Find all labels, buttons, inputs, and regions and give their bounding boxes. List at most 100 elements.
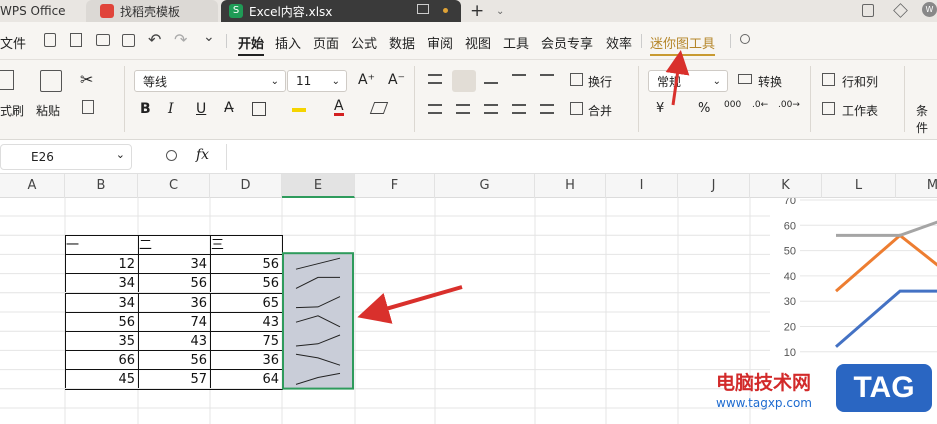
chevron-down-icon[interactable]: ⌄	[496, 0, 504, 22]
merge-icon[interactable]	[570, 102, 583, 115]
menu-page[interactable]: 页面	[313, 33, 339, 52]
align-left-icon[interactable]	[428, 104, 442, 114]
menu-efficiency[interactable]: 效率	[606, 33, 632, 52]
align-bottom-icon[interactable]	[484, 74, 498, 84]
tab-wps-office[interactable]: WPS Office	[0, 0, 84, 22]
column-header-J[interactable]: J	[678, 174, 750, 198]
decrease-font-icon[interactable]: A⁻	[388, 72, 405, 88]
column-header-B[interactable]: B	[65, 174, 138, 198]
more-chevron-icon[interactable]: ⌄	[203, 29, 215, 45]
bold-button[interactable]: B	[140, 101, 151, 117]
y-tick-label: 10	[784, 347, 796, 359]
panel-icon[interactable]	[862, 4, 874, 17]
tab-template[interactable]: 找稻壳模板	[86, 0, 218, 22]
menu-data[interactable]: 数据	[389, 33, 415, 52]
save-icon[interactable]	[44, 33, 56, 47]
rows-cols-button[interactable]: 行和列	[842, 73, 878, 90]
fx-button[interactable]: fx	[196, 147, 209, 163]
format-painter-label[interactable]: 式刷	[0, 102, 24, 119]
decrease-decimal-icon[interactable]: .00→	[778, 100, 800, 110]
chevron-down-icon: ⌄	[712, 75, 721, 87]
watermark-url: www.tagxp.com	[716, 396, 812, 410]
eraser-icon[interactable]	[369, 102, 389, 114]
number-format-select[interactable]: 常规 ⌄	[648, 70, 728, 92]
conditional-format-button[interactable]: 条件	[916, 102, 937, 136]
align-top-icon[interactable]	[428, 74, 442, 84]
distribute-icon[interactable]	[540, 104, 554, 114]
new-tab-button[interactable]: +	[470, 0, 484, 22]
column-header-A[interactable]: A	[0, 174, 65, 198]
tab-excel-file[interactable]: S Excel内容.xlsx	[221, 0, 461, 22]
divider	[124, 66, 125, 132]
y-tick-label: 70	[784, 198, 796, 207]
justify-icon[interactable]	[512, 104, 526, 114]
column-header-L[interactable]: L	[822, 174, 896, 198]
menu-member[interactable]: 会员专享	[541, 33, 593, 52]
cut-icon[interactable]: ✂	[80, 70, 93, 89]
align-right-icon[interactable]	[484, 104, 498, 114]
export-icon[interactable]	[70, 33, 82, 47]
increase-decimal-icon[interactable]: .0←	[752, 100, 768, 110]
align-center-icon[interactable]	[456, 104, 470, 114]
monitor-icon[interactable]	[417, 4, 429, 14]
font-size-select[interactable]: 11 ⌄	[287, 70, 347, 92]
copy-icon[interactable]	[82, 100, 94, 114]
worksheet-icon[interactable]	[822, 102, 835, 115]
currency-button[interactable]: ¥	[656, 101, 664, 116]
indent-left-icon[interactable]	[512, 74, 526, 84]
name-box[interactable]: E26 ⌄	[0, 144, 132, 170]
print-icon[interactable]	[96, 34, 110, 46]
column-header-M[interactable]: M	[896, 174, 937, 198]
column-header-I[interactable]: I	[606, 174, 678, 198]
border-icon[interactable]	[252, 102, 266, 116]
increase-font-icon[interactable]: A⁺	[358, 72, 375, 88]
align-middle-icon[interactable]	[452, 70, 476, 92]
rows-cols-icon[interactable]	[822, 73, 835, 86]
search-icon[interactable]	[740, 34, 750, 44]
merge-button[interactable]: 合并	[588, 102, 612, 119]
avatar[interactable]: W	[922, 2, 937, 17]
formula-input[interactable]	[226, 144, 937, 170]
column-header-C[interactable]: C	[138, 174, 210, 198]
column-header-G[interactable]: G	[435, 174, 535, 198]
undo-icon[interactable]: ↶	[148, 30, 161, 49]
column-header-F[interactable]: F	[355, 174, 435, 198]
menu-insert[interactable]: 插入	[275, 33, 301, 52]
font-name-select[interactable]: 等线 ⌄	[134, 70, 286, 92]
worksheet-button[interactable]: 工作表	[842, 102, 878, 119]
tab-label: WPS Office	[0, 4, 66, 18]
menu-review[interactable]: 审阅	[427, 33, 453, 52]
menu-view[interactable]: 视图	[465, 33, 491, 52]
paste-icon[interactable]	[40, 70, 62, 92]
menu-sparkline-tools[interactable]: 迷你图工具	[650, 33, 716, 56]
menu-tools[interactable]: 工具	[503, 33, 529, 52]
italic-button[interactable]: I	[168, 101, 174, 117]
divider	[730, 34, 731, 48]
font-color-icon[interactable]: A	[334, 99, 344, 116]
menu-file[interactable]: 文件	[0, 33, 26, 52]
fill-color-icon[interactable]	[292, 102, 306, 112]
print-preview-icon[interactable]	[122, 34, 135, 47]
wrap-text-button[interactable]: 换行	[588, 73, 612, 90]
paste-label[interactable]: 粘贴	[36, 102, 60, 119]
strikethrough-icon[interactable]: A̶	[224, 100, 234, 116]
column-header-K[interactable]: K	[750, 174, 822, 198]
column-header-E[interactable]: E	[282, 174, 355, 198]
zoom-icon[interactable]	[166, 150, 177, 161]
column-header-H[interactable]: H	[535, 174, 606, 198]
format-painter-icon[interactable]	[0, 70, 14, 90]
convert-icon[interactable]	[738, 74, 752, 84]
menu-home[interactable]: 开始	[238, 33, 265, 56]
thousands-icon[interactable]: 000	[724, 100, 741, 110]
indent-right-icon[interactable]	[540, 74, 554, 84]
selected-range	[282, 252, 354, 390]
underline-button[interactable]: U	[196, 101, 206, 117]
wrap-icon[interactable]	[570, 73, 583, 86]
cube-icon[interactable]	[893, 3, 908, 18]
redo-icon[interactable]: ↷	[174, 30, 187, 49]
watermark-site-name: 电脑技术网	[716, 372, 812, 394]
column-header-D[interactable]: D	[210, 174, 282, 198]
menu-formula[interactable]: 公式	[351, 33, 377, 52]
percent-button[interactable]: %	[698, 101, 710, 116]
convert-button[interactable]: 转换	[758, 73, 782, 90]
